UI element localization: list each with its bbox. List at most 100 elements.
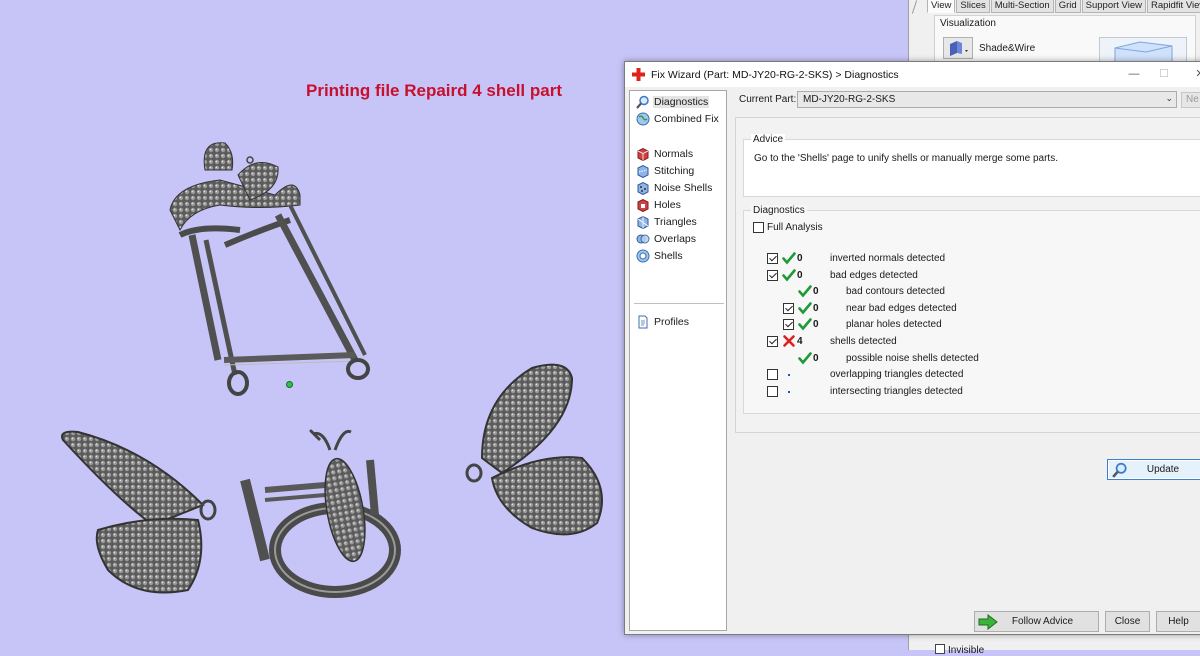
diagnostic-count: 0 (797, 269, 803, 281)
close-button[interactable]: Close (1105, 611, 1150, 632)
advice-group: Advice Go to the 'Shells' page to unify … (743, 134, 1200, 197)
dialog-title: Fix Wizard (Part: MD-JY20-RG-2-SKS) > Di… (651, 69, 899, 81)
diagnostic-label: bad edges detected (830, 269, 918, 281)
tab-support-view[interactable]: Support View (1081, 0, 1146, 13)
nav-item-shells[interactable]: Shells (636, 248, 724, 264)
cube-red-icon (637, 147, 649, 161)
nav-label: Profiles (654, 316, 690, 328)
diagnostic-row: 0 possible noise shells detected (744, 351, 1200, 367)
diagnostic-count: 0 (813, 319, 819, 331)
advice-text: Go to the 'Shells' page to unify shells … (754, 153, 1058, 164)
diagnostic-checkbox[interactable] (767, 385, 778, 397)
nav-item-triangles[interactable]: Triangles (636, 214, 724, 230)
nav-item-normals[interactable]: Normals (636, 146, 724, 162)
diagnostic-checkbox[interactable] (783, 319, 794, 331)
tab-multi-section[interactable]: Multi-Section (990, 0, 1054, 13)
green-check-icon (798, 318, 812, 331)
nav-separator (634, 303, 724, 304)
pivot-marker (286, 381, 293, 388)
full-analysis-checkbox[interactable] (753, 222, 764, 233)
wizard-nav: Diagnostics Combined Fix Normals Stitchi… (629, 90, 727, 631)
full-analysis-option[interactable]: Full Analysis (753, 222, 823, 233)
nav-label: Noise Shells (654, 182, 713, 194)
holes-icon (637, 198, 649, 212)
canvas-title: Printing file Repaird 4 shell part (306, 81, 562, 100)
chevron-down-icon: ⌄ (1165, 93, 1173, 103)
profiles-icon (638, 315, 648, 329)
diagnostic-label: intersecting triangles detected (830, 385, 963, 397)
window-close-button[interactable]: ✕ (1185, 66, 1200, 82)
nav-item-overlaps[interactable]: Overlaps (636, 231, 724, 247)
nav-item-combined-fix[interactable]: Combined Fix (636, 111, 724, 127)
tab-slices[interactable]: Slices (956, 0, 990, 13)
current-part-value: MD-JY20-RG-2-SKS (803, 94, 896, 105)
diagnostic-row: 0 bad edges detected (744, 268, 1200, 284)
nav-item-diagnostics[interactable]: Diagnostics (636, 94, 724, 110)
diagnostic-label: bad contours detected (846, 286, 945, 298)
help-button[interactable]: Help (1156, 611, 1200, 632)
diagnostic-checkbox[interactable] (767, 369, 778, 381)
diagnostic-row: intersecting triangles detected (744, 384, 1200, 400)
invisible-label: Invisible (948, 645, 985, 656)
nav-item-noise-shells[interactable]: Noise Shells (636, 180, 724, 196)
panel-splitter[interactable] (911, 0, 918, 14)
diagnostic-row: 0 bad contours detected (744, 284, 1200, 300)
nav-item-profiles[interactable]: Profiles (636, 314, 724, 330)
invisible-option[interactable]: Invisible (935, 644, 984, 656)
shade-mode-button[interactable] (943, 37, 973, 59)
green-check-icon (782, 268, 796, 282)
current-part-label: Current Part: (739, 94, 797, 105)
green-check-icon (782, 252, 796, 265)
globe-icon (636, 112, 650, 126)
diagnostic-checkbox[interactable] (767, 336, 778, 347)
diagnostics-group: Diagnostics Full Analysis 0 inverted norm… (743, 205, 1200, 480)
nav-label: Combined Fix (654, 113, 719, 125)
diagnostic-label: shells detected (830, 336, 897, 347)
panel-tab-strip: View Slices Multi-Section Grid Support V… (927, 0, 1200, 13)
tab-grid[interactable]: Grid (1054, 0, 1081, 13)
dialog-titlebar[interactable]: Fix Wizard (Part: MD-JY20-RG-2-SKS) > Di… (625, 62, 1200, 87)
nav-label: Diagnostics (653, 96, 710, 108)
maximize-button[interactable]: ☐ (1149, 66, 1179, 82)
triangles-icon (637, 215, 649, 229)
full-analysis-label: Full Analysis (767, 222, 823, 233)
nav-label: Triangles (654, 216, 697, 228)
current-part-select[interactable]: MD-JY20-RG-2-SKS ⌄ (797, 91, 1177, 108)
tab-view[interactable]: View (927, 0, 956, 13)
diagnostic-row: 4 shells detected (744, 334, 1200, 350)
diagnostic-label: near bad edges detected (846, 302, 957, 314)
nav-label: Normals (654, 148, 694, 160)
green-arrow-icon (978, 614, 998, 630)
update-label: Update (1146, 464, 1180, 475)
tab-rapidfit-view[interactable]: Rapidfit View (1146, 0, 1200, 13)
green-check-icon (798, 351, 812, 365)
diagnostic-row: 0 inverted normals detected (744, 251, 1200, 267)
nav-item-stitching[interactable]: Stitching (636, 163, 724, 179)
cube-icon (950, 41, 968, 56)
nav-label: Shells (654, 250, 683, 262)
diagnostic-label: overlapping triangles detected (830, 369, 964, 381)
minimize-button[interactable]: — (1119, 66, 1149, 82)
diagnostic-label: inverted normals detected (830, 253, 946, 264)
visualization-label: Visualization (940, 18, 996, 29)
nav-item-holes[interactable]: Holes (636, 197, 724, 213)
green-check-icon (798, 285, 812, 298)
ring-model-top[interactable] (160, 135, 380, 405)
diagnostic-count: 0 (813, 286, 819, 298)
follow-advice-button[interactable]: Follow Advice (974, 611, 1099, 632)
invisible-checkbox[interactable] (935, 644, 945, 654)
stitching-icon (637, 164, 649, 178)
butterfly-wing-right-model[interactable] (462, 358, 612, 548)
magnifier-icon (636, 95, 649, 109)
diagnostic-count: 4 (797, 336, 803, 347)
diagnostic-checkbox[interactable] (783, 302, 794, 314)
nav-label: Holes (654, 199, 681, 211)
diagnostic-label: possible noise shells detected (846, 352, 979, 364)
diagnostic-checkbox[interactable] (767, 269, 778, 281)
butterfly-wing-left-model[interactable] (58, 430, 223, 600)
update-button[interactable]: Update (1107, 459, 1200, 480)
diagnostic-checkbox[interactable] (767, 253, 778, 264)
next-part-button[interactable]: Ne (1181, 92, 1200, 108)
diagnostic-count: 0 (813, 352, 819, 364)
ring-band-model[interactable] (235, 420, 405, 600)
